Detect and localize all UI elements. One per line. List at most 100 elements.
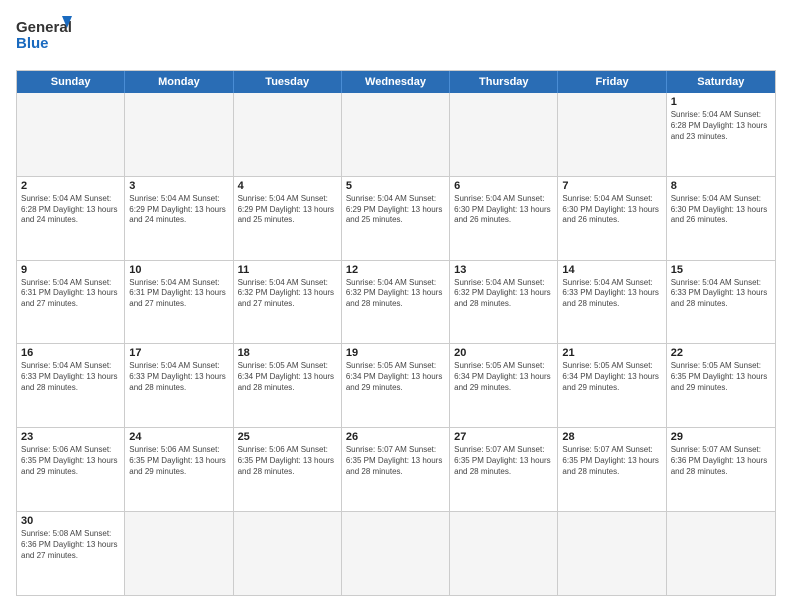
- day-cell-30: 30Sunrise: 5:08 AM Sunset: 6:36 PM Dayli…: [17, 512, 125, 595]
- day-number: 12: [346, 264, 445, 276]
- empty-cell: [125, 93, 233, 176]
- day-number: 22: [671, 347, 771, 359]
- day-number: 29: [671, 431, 771, 443]
- calendar-week-4: 16 Sunrise: 5:04 AM Sunset: 6:33 PM Dayli…: [17, 344, 775, 428]
- day-number: 27: [454, 431, 553, 443]
- day-cell-11: 11Sunrise: 5:04 AM Sunset: 6:32 PM Dayli…: [234, 261, 342, 344]
- day-header-friday: Friday: [558, 71, 666, 93]
- day-cell-29: 29Sunrise: 5:07 AM Sunset: 6:36 PM Dayli…: [667, 428, 775, 511]
- day-info: Sunrise: 5:04 AM Sunset: 6:33 PM Dayligh…: [562, 278, 661, 310]
- day-cell-28: 28Sunrise: 5:07 AM Sunset: 6:35 PM Dayli…: [558, 428, 666, 511]
- day-header-monday: Monday: [125, 71, 233, 93]
- day-cell-2: 2 Sunrise: 5:04 AM Sunset: 6:28 PM Daylig…: [17, 177, 125, 260]
- day-number: 6: [454, 180, 553, 192]
- calendar-week-6: 30Sunrise: 5:08 AM Sunset: 6:36 PM Dayli…: [17, 512, 775, 595]
- calendar-week-1: 1 Sunrise: 5:04 AM Sunset: 6:28 PM Daylig…: [17, 93, 775, 177]
- day-number: 4: [238, 180, 337, 192]
- day-info: Sunrise: 5:04 AM Sunset: 6:30 PM Dayligh…: [562, 194, 661, 226]
- day-number: 3: [129, 180, 228, 192]
- day-number: 23: [21, 431, 120, 443]
- day-number: 5: [346, 180, 445, 192]
- day-cell-6: 6 Sunrise: 5:04 AM Sunset: 6:30 PM Daylig…: [450, 177, 558, 260]
- day-cell-10: 10 Sunrise: 5:04 AM Sunset: 6:31 PM Dayli…: [125, 261, 233, 344]
- empty-cell: [450, 93, 558, 176]
- day-info: Sunrise: 5:04 AM Sunset: 6:29 PM Dayligh…: [346, 194, 445, 226]
- empty-cell: [342, 512, 450, 595]
- day-cell-22: 22 Sunrise: 5:05 AM Sunset: 6:35 PM Dayli…: [667, 344, 775, 427]
- day-cell-14: 14Sunrise: 5:04 AM Sunset: 6:33 PM Dayli…: [558, 261, 666, 344]
- day-info: Sunrise: 5:04 AM Sunset: 6:29 PM Dayligh…: [129, 194, 228, 226]
- day-info: Sunrise: 5:04 AM Sunset: 6:33 PM Dayligh…: [129, 361, 228, 393]
- calendar: SundayMondayTuesdayWednesdayThursdayFrid…: [16, 70, 776, 596]
- day-cell-5: 5 Sunrise: 5:04 AM Sunset: 6:29 PM Daylig…: [342, 177, 450, 260]
- empty-cell: [125, 512, 233, 595]
- day-info: Sunrise: 5:04 AM Sunset: 6:32 PM Dayligh…: [346, 278, 445, 310]
- day-number: 25: [238, 431, 337, 443]
- day-cell-15: 15 Sunrise: 5:04 AM Sunset: 6:33 PM Dayli…: [667, 261, 775, 344]
- day-cell-26: 26 Sunrise: 5:07 AM Sunset: 6:35 PM Dayli…: [342, 428, 450, 511]
- day-header-saturday: Saturday: [667, 71, 775, 93]
- day-number: 18: [238, 347, 337, 359]
- calendar-body: 1 Sunrise: 5:04 AM Sunset: 6:28 PM Daylig…: [17, 93, 775, 595]
- day-cell-8: 8Sunrise: 5:04 AM Sunset: 6:30 PM Daylig…: [667, 177, 775, 260]
- day-header-wednesday: Wednesday: [342, 71, 450, 93]
- day-cell-4: 4Sunrise: 5:04 AM Sunset: 6:29 PM Daylig…: [234, 177, 342, 260]
- day-number: 9: [21, 264, 120, 276]
- day-header-sunday: Sunday: [17, 71, 125, 93]
- day-cell-27: 27 Sunrise: 5:07 AM Sunset: 6:35 PM Dayli…: [450, 428, 558, 511]
- day-info: Sunrise: 5:04 AM Sunset: 6:30 PM Dayligh…: [454, 194, 553, 226]
- day-cell-19: 19Sunrise: 5:05 AM Sunset: 6:34 PM Dayli…: [342, 344, 450, 427]
- day-info: Sunrise: 5:05 AM Sunset: 6:35 PM Dayligh…: [671, 361, 771, 393]
- day-cell-24: 24 Sunrise: 5:06 AM Sunset: 6:35 PM Dayli…: [125, 428, 233, 511]
- day-number: 1: [671, 96, 771, 108]
- day-number: 2: [21, 180, 120, 192]
- day-info: Sunrise: 5:06 AM Sunset: 6:35 PM Dayligh…: [238, 445, 337, 477]
- day-number: 10: [129, 264, 228, 276]
- day-cell-12: 12 Sunrise: 5:04 AM Sunset: 6:32 PM Dayli…: [342, 261, 450, 344]
- day-cell-23: 23 Sunrise: 5:06 AM Sunset: 6:35 PM Dayli…: [17, 428, 125, 511]
- empty-cell: [234, 512, 342, 595]
- day-info: Sunrise: 5:07 AM Sunset: 6:35 PM Dayligh…: [454, 445, 553, 477]
- day-number: 13: [454, 264, 553, 276]
- day-info: Sunrise: 5:04 AM Sunset: 6:31 PM Dayligh…: [129, 278, 228, 310]
- day-cell-17: 17 Sunrise: 5:04 AM Sunset: 6:33 PM Dayli…: [125, 344, 233, 427]
- day-info: Sunrise: 5:04 AM Sunset: 6:28 PM Dayligh…: [671, 110, 771, 142]
- day-info: Sunrise: 5:04 AM Sunset: 6:28 PM Dayligh…: [21, 194, 120, 226]
- day-info: Sunrise: 5:04 AM Sunset: 6:32 PM Dayligh…: [238, 278, 337, 310]
- day-cell-18: 18Sunrise: 5:05 AM Sunset: 6:34 PM Dayli…: [234, 344, 342, 427]
- generalblue-logo-icon: General Blue: [16, 16, 72, 60]
- day-cell-7: 7 Sunrise: 5:04 AM Sunset: 6:30 PM Daylig…: [558, 177, 666, 260]
- calendar-week-3: 9 Sunrise: 5:04 AM Sunset: 6:31 PM Daylig…: [17, 261, 775, 345]
- day-info: Sunrise: 5:04 AM Sunset: 6:33 PM Dayligh…: [671, 278, 771, 310]
- day-number: 20: [454, 347, 553, 359]
- day-number: 24: [129, 431, 228, 443]
- empty-cell: [450, 512, 558, 595]
- day-info: Sunrise: 5:08 AM Sunset: 6:36 PM Dayligh…: [21, 529, 120, 561]
- day-header-tuesday: Tuesday: [234, 71, 342, 93]
- day-cell-13: 13Sunrise: 5:04 AM Sunset: 6:32 PM Dayli…: [450, 261, 558, 344]
- empty-cell: [342, 93, 450, 176]
- day-info: Sunrise: 5:05 AM Sunset: 6:34 PM Dayligh…: [454, 361, 553, 393]
- calendar-week-5: 23 Sunrise: 5:06 AM Sunset: 6:35 PM Dayli…: [17, 428, 775, 512]
- day-number: 17: [129, 347, 228, 359]
- day-number: 7: [562, 180, 661, 192]
- day-info: Sunrise: 5:04 AM Sunset: 6:31 PM Dayligh…: [21, 278, 120, 310]
- page: General Blue SundayMondayTuesdayWednesda…: [0, 0, 792, 612]
- day-info: Sunrise: 5:07 AM Sunset: 6:35 PM Dayligh…: [346, 445, 445, 477]
- day-info: Sunrise: 5:05 AM Sunset: 6:34 PM Dayligh…: [562, 361, 661, 393]
- svg-text:Blue: Blue: [16, 35, 49, 52]
- day-number: 26: [346, 431, 445, 443]
- svg-text:General: General: [16, 19, 72, 36]
- day-number: 15: [671, 264, 771, 276]
- day-cell-21: 21Sunrise: 5:05 AM Sunset: 6:34 PM Dayli…: [558, 344, 666, 427]
- day-info: Sunrise: 5:06 AM Sunset: 6:35 PM Dayligh…: [21, 445, 120, 477]
- day-number: 16: [21, 347, 120, 359]
- day-info: Sunrise: 5:04 AM Sunset: 6:30 PM Dayligh…: [671, 194, 771, 226]
- day-cell-1: 1 Sunrise: 5:04 AM Sunset: 6:28 PM Daylig…: [667, 93, 775, 176]
- empty-cell: [558, 512, 666, 595]
- empty-cell: [234, 93, 342, 176]
- logo: General Blue: [16, 16, 72, 60]
- day-info: Sunrise: 5:06 AM Sunset: 6:35 PM Dayligh…: [129, 445, 228, 477]
- day-cell-3: 3 Sunrise: 5:04 AM Sunset: 6:29 PM Daylig…: [125, 177, 233, 260]
- day-number: 28: [562, 431, 661, 443]
